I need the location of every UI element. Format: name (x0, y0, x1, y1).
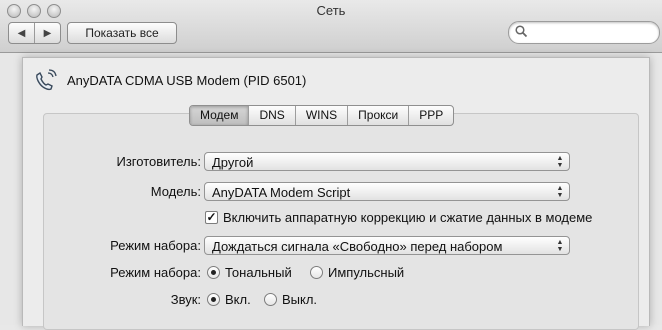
back-forward-control: ◀ ▶ (8, 22, 61, 44)
window-title: Сеть (316, 3, 346, 18)
sound-on-label: Вкл. (225, 292, 251, 307)
dialing-label: Режим набора: (110, 265, 201, 280)
model-value: AnyDATA Modem Script (212, 185, 351, 200)
model-popup[interactable]: AnyDATA Modem Script ▲ ▼ (204, 182, 570, 201)
pulse-label: Импульсный (328, 265, 405, 280)
manufacturer-popup[interactable]: Другой ▲ ▼ (204, 152, 570, 171)
forward-button[interactable]: ▶ (34, 23, 60, 43)
popup-arrows-icon: ▲ ▼ (556, 185, 564, 199)
tab-proxy[interactable]: Прокси (347, 106, 408, 125)
sound-label: Звук: (170, 292, 201, 307)
tone-radio[interactable] (207, 266, 220, 279)
model-label: Модель: (150, 184, 201, 199)
tab-wins[interactable]: WINS (294, 106, 347, 125)
forward-arrow-icon: ▶ (43, 27, 52, 39)
search-icon (515, 25, 528, 38)
sound-on-radio[interactable] (207, 293, 220, 306)
phone-modem-icon (36, 69, 57, 91)
manufacturer-value: Другой (212, 155, 254, 170)
hw-compression-label: Включить аппаратную коррекцию и сжатие д… (223, 210, 593, 225)
settings-tabs: Модем DNS WINS Прокси PPP (189, 105, 455, 126)
device-name: AnyDATA CDMA USB Modem (PID 6501) (67, 73, 307, 88)
popup-arrows-icon: ▲ ▼ (556, 155, 564, 169)
back-button[interactable]: ◀ (9, 23, 34, 43)
sound-off-radio[interactable] (264, 293, 277, 306)
back-arrow-icon: ◀ (17, 27, 26, 39)
modem-settings-sheet: AnyDATA CDMA USB Modem (PID 6501) Модем … (22, 57, 650, 330)
tab-modem[interactable]: Модем (190, 106, 249, 125)
dial-mode-label: Режим набора: (110, 238, 201, 253)
pulse-radio[interactable] (310, 266, 323, 279)
tab-dns[interactable]: DNS (248, 106, 294, 125)
show-all-button[interactable]: Показать все (67, 22, 177, 44)
manufacturer-label: Изготовитель: (116, 154, 202, 169)
tone-label: Тональный (225, 265, 292, 280)
hw-compression-checkbox[interactable]: ✓ (205, 211, 218, 224)
search-field[interactable] (508, 21, 660, 44)
window-toolbar: Сеть ◀ ▶ Показать все (0, 0, 662, 53)
sound-off-label: Выкл. (282, 292, 318, 307)
popup-arrows-icon: ▲ ▼ (556, 239, 564, 253)
dial-mode-popup[interactable]: Дождаться сигнала «Свободно» перед набор… (204, 236, 570, 255)
dial-mode-value: Дождаться сигнала «Свободно» перед набор… (212, 239, 503, 254)
tab-ppp[interactable]: PPP (408, 106, 453, 125)
